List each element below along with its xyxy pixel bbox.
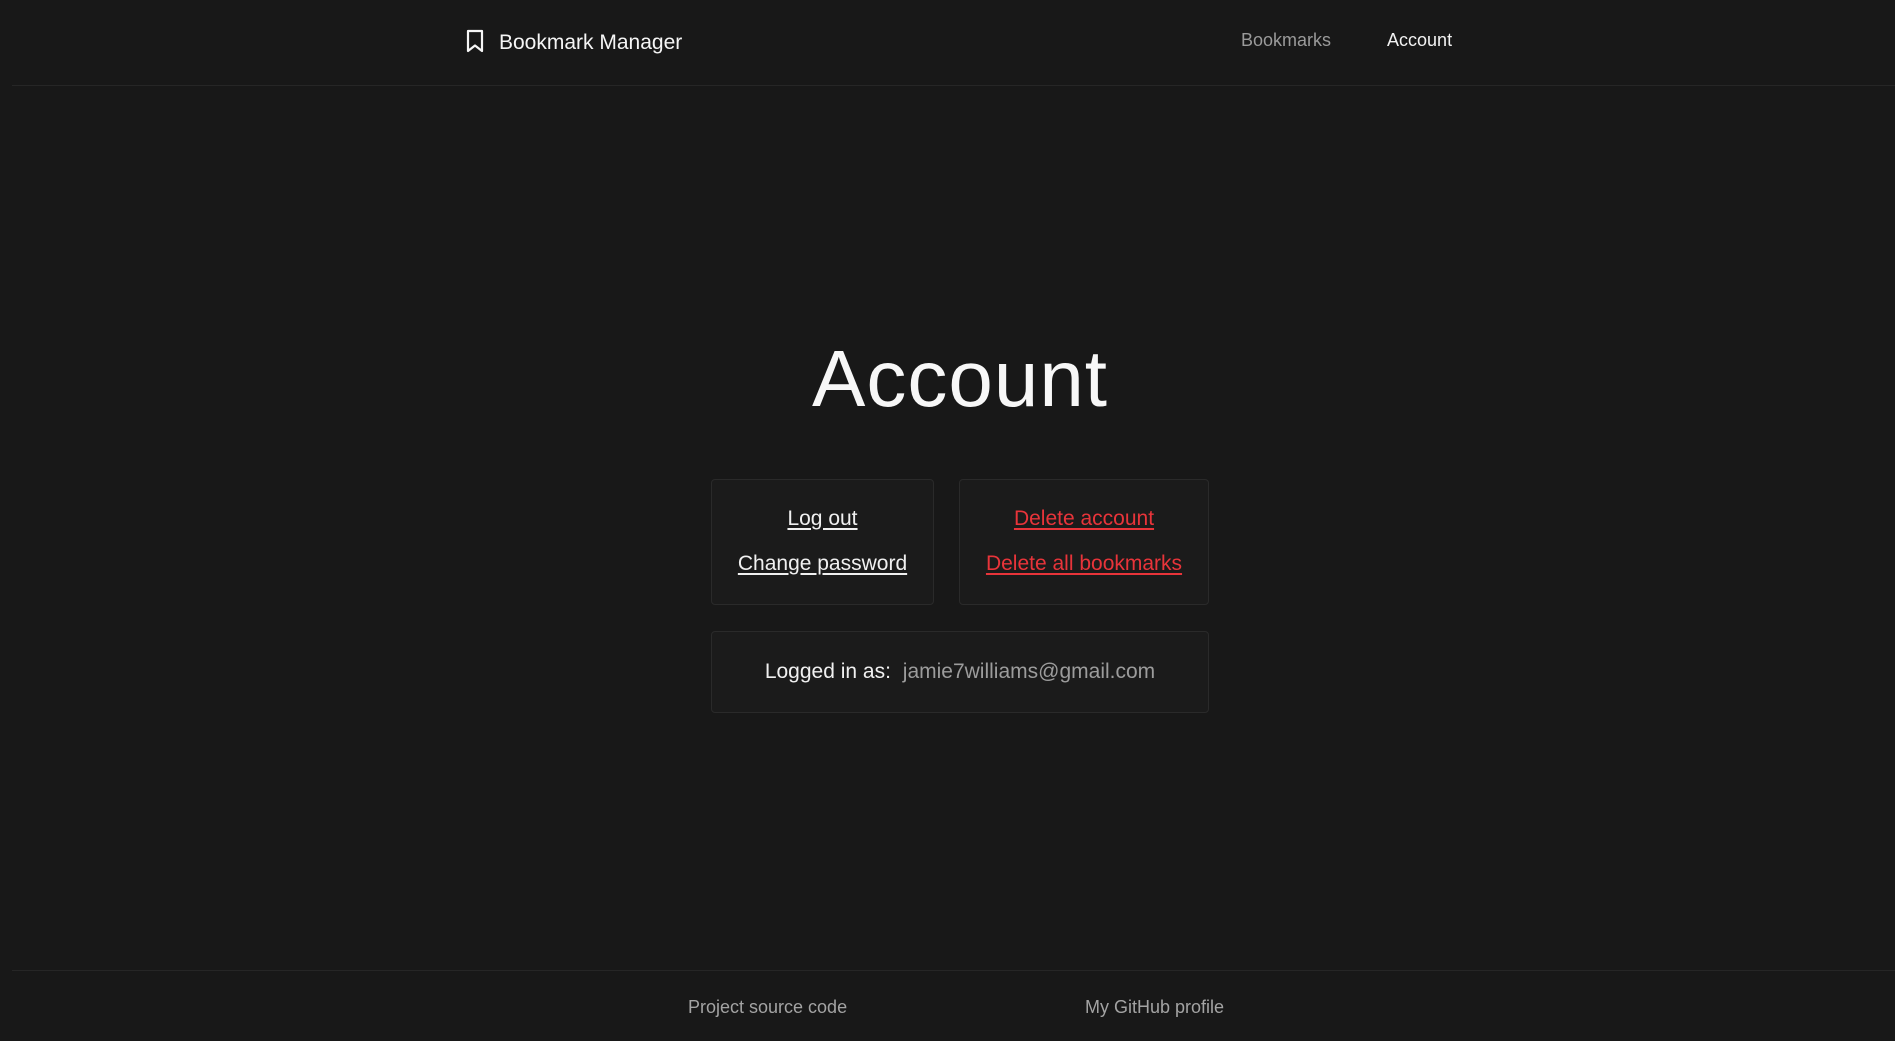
bookmark-icon: [463, 28, 487, 59]
logged-in-line: Logged in as: jamie7williams@gmail.com: [712, 660, 1208, 684]
footer: Project source code My GitHub profile: [12, 970, 1895, 1041]
top-navbar: Bookmark Manager Bookmarks Account: [12, 0, 1895, 86]
user-email: jamie7williams@gmail.com: [902, 660, 1156, 683]
main-nav: Bookmarks Account: [1241, 30, 1452, 51]
logout-link[interactable]: Log out: [712, 507, 933, 531]
nav-item-bookmarks[interactable]: Bookmarks: [1241, 30, 1331, 51]
user-info-card: Logged in as: jamie7williams@gmail.com: [711, 631, 1209, 713]
delete-all-bookmarks-link[interactable]: Delete all bookmarks: [960, 552, 1208, 576]
nav-item-account[interactable]: Account: [1387, 30, 1452, 51]
delete-account-link[interactable]: Delete account: [960, 507, 1208, 531]
page-title: Account: [811, 334, 1109, 423]
footer-link-github-profile[interactable]: My GitHub profile: [1085, 997, 1224, 1018]
brand-link[interactable]: Bookmark Manager: [463, 27, 682, 59]
logged-in-label: Logged in as:: [764, 660, 891, 683]
brand-name: Bookmark Manager: [499, 31, 683, 54]
danger-actions-card: Delete account Delete all bookmarks: [959, 479, 1209, 605]
session-actions-card: Log out Change password: [711, 479, 934, 605]
footer-link-source-code[interactable]: Project source code: [688, 997, 847, 1018]
change-password-link[interactable]: Change password: [712, 552, 933, 576]
account-page: Bookmark Manager Bookmarks Account Accou…: [0, 0, 1895, 1041]
